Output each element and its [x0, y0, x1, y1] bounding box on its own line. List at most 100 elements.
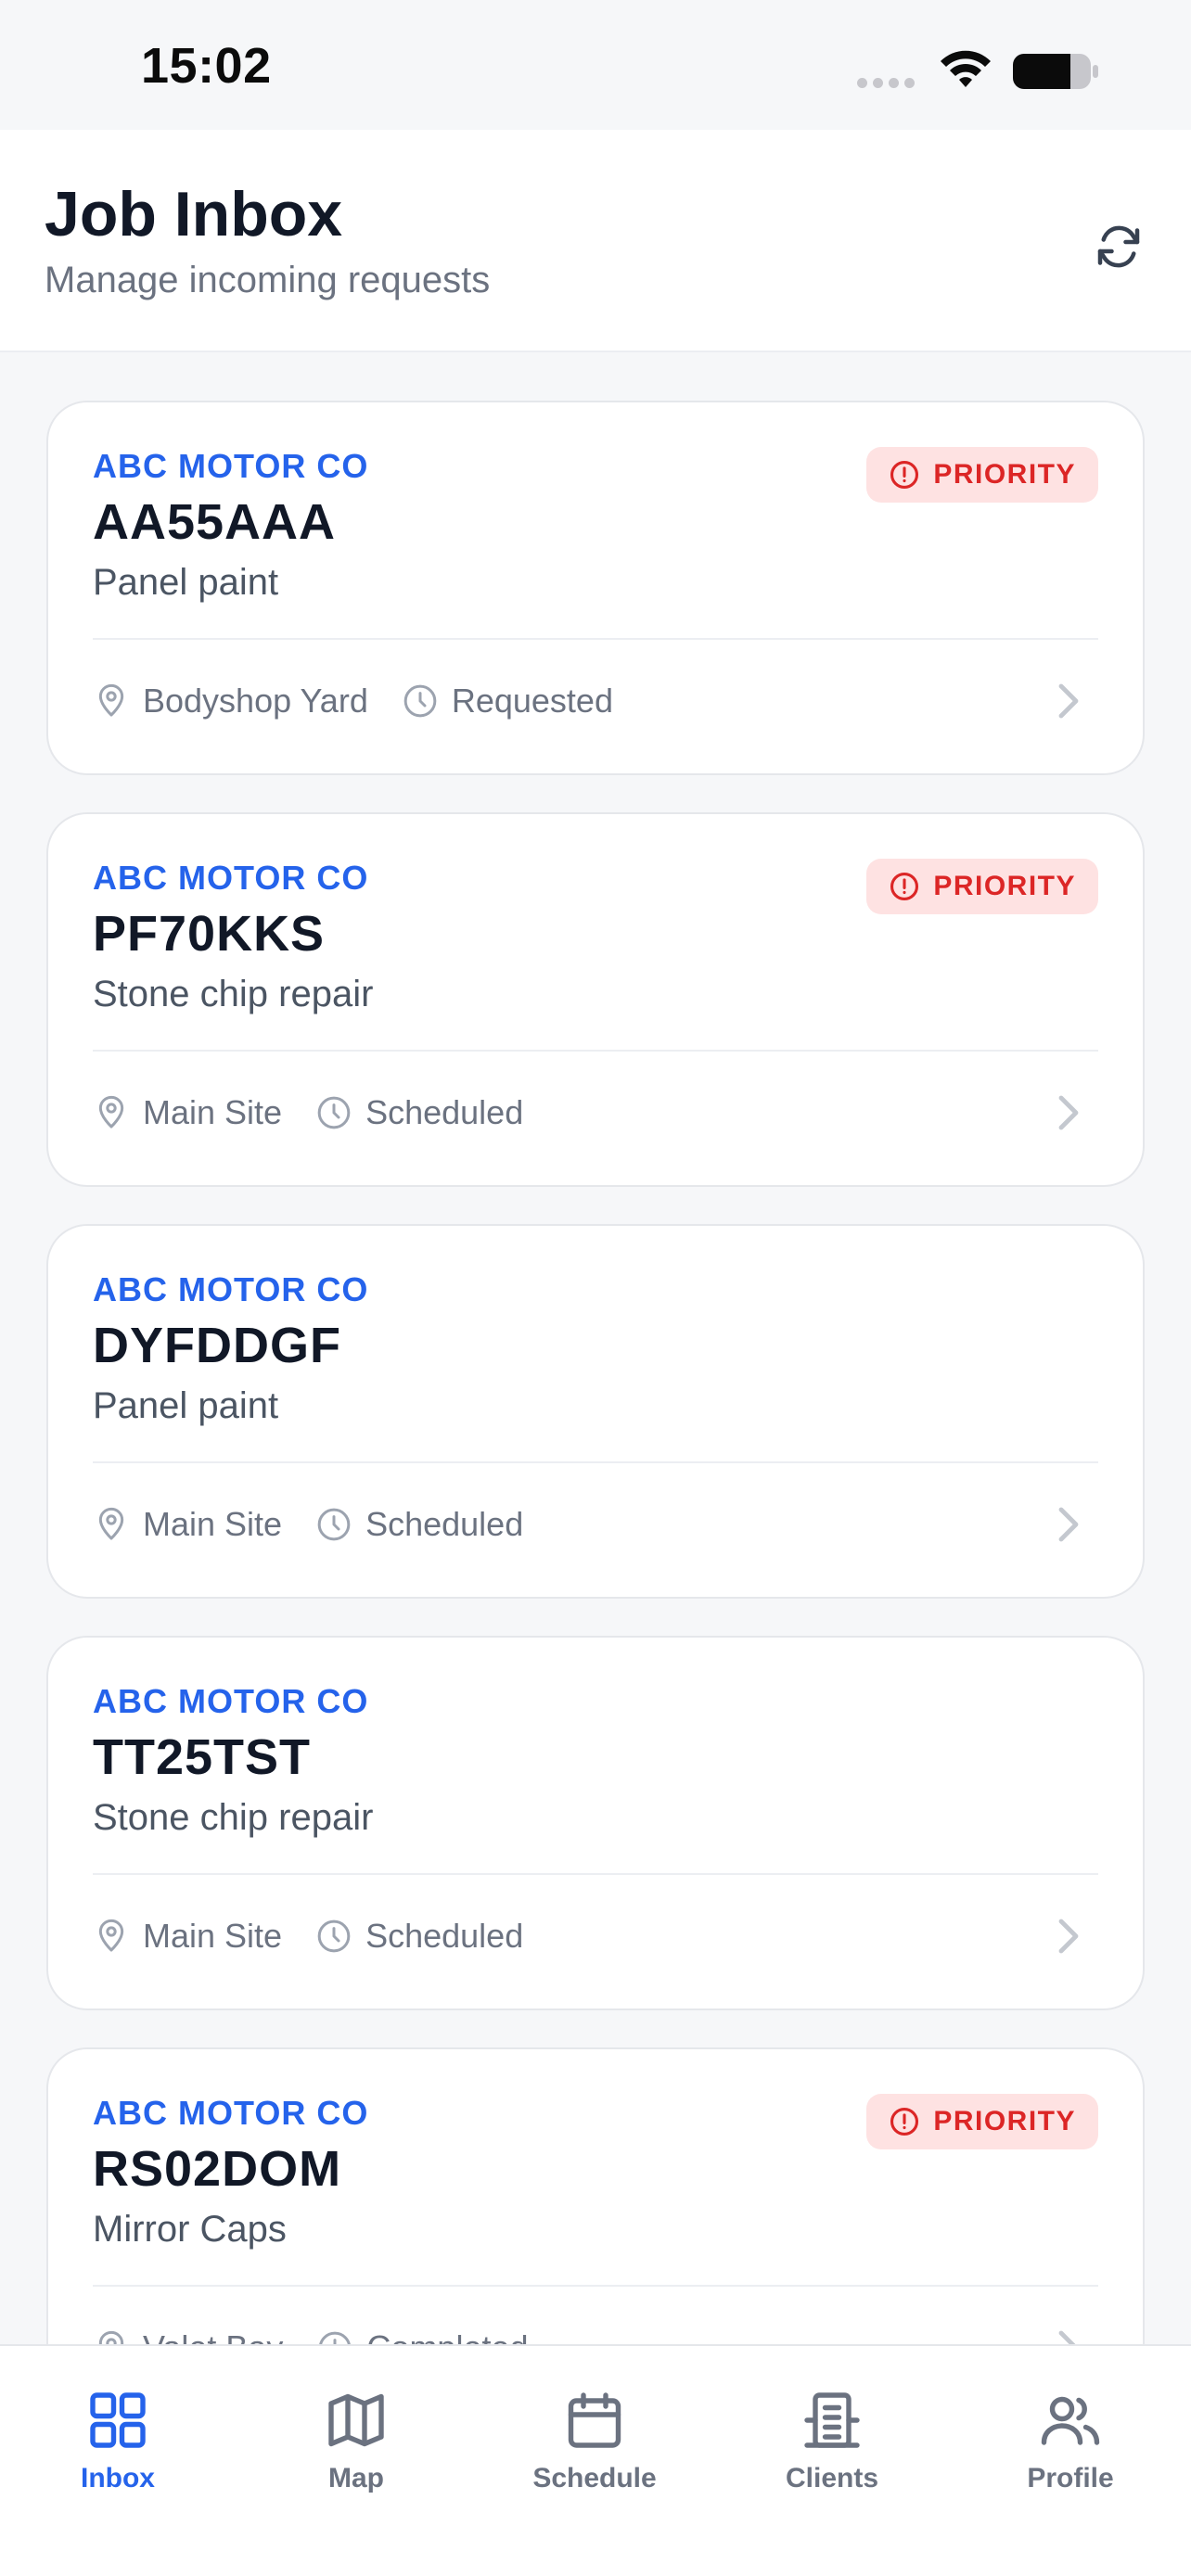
building-icon — [804, 2392, 860, 2448]
header: Job Inbox Manage incoming requests — [0, 130, 1191, 352]
map-icon — [328, 2393, 384, 2447]
users-icon — [1041, 2396, 1100, 2445]
card-divider — [93, 638, 1098, 640]
status-meta: Scheduled — [315, 1917, 523, 1956]
tab-inbox[interactable]: Inbox — [25, 2387, 211, 2507]
refresh-icon — [1097, 225, 1140, 268]
job-status: Completed — [366, 2328, 528, 2344]
status-meta: Scheduled — [315, 1505, 523, 1544]
job-location: Bodyshop Yard — [143, 682, 368, 720]
client-name: ABC MOTOR CO — [93, 447, 369, 485]
location-meta: Valet Bay — [93, 2328, 283, 2344]
status-meta: Requested — [402, 682, 613, 721]
cellular-signal-icon — [857, 78, 918, 89]
tab-label: Clients — [785, 2463, 879, 2493]
alert-circle-icon — [890, 460, 919, 490]
tab-map[interactable]: Map — [263, 2387, 449, 2507]
job-list[interactable]: ABC MOTOR CO AA55AAA Panel paint PRIORIT… — [0, 352, 1191, 2344]
chevron-right-icon — [1058, 1095, 1079, 1130]
calendar-icon — [568, 2392, 621, 2448]
status-bar: 15:02 — [0, 0, 1191, 130]
map-pin-icon — [98, 683, 124, 717]
grid-icon — [90, 2392, 146, 2448]
refresh-button[interactable] — [1083, 211, 1154, 282]
chevron-right-icon — [1058, 2330, 1076, 2344]
card-divider — [93, 2285, 1098, 2287]
job-type: Stone chip repair — [93, 974, 374, 1014]
job-meta-row: Bodyshop Yard Requested — [93, 679, 647, 723]
card-divider — [93, 1050, 1098, 1052]
priority-badge: PRIORITY — [866, 447, 1098, 503]
location-meta: Main Site — [93, 1917, 282, 1956]
client-name: ABC MOTOR CO — [93, 1682, 369, 1720]
status-meta: Completed — [316, 2328, 529, 2344]
priority-badge: PRIORITY — [866, 859, 1098, 914]
priority-label: PRIORITY — [933, 2106, 1076, 2136]
map-pin-icon — [98, 1095, 124, 1129]
vehicle-registration: DYFDDGF — [93, 1318, 341, 1373]
wifi-icon — [941, 50, 991, 87]
vehicle-registration: PF70KKS — [93, 906, 326, 962]
job-meta-row: Main Site Scheduled — [93, 1090, 557, 1135]
job-card[interactable]: ABC MOTOR CO AA55AAA Panel paint PRIORIT… — [46, 401, 1145, 775]
bottom-tab-bar: Inbox Map Schedule Clients Profile — [0, 2344, 1191, 2576]
tab-label: Profile — [1027, 2463, 1114, 2493]
clock-icon — [317, 1508, 351, 1541]
map-pin-icon — [98, 1507, 124, 1540]
map-pin-icon — [98, 2330, 124, 2344]
clock-icon — [317, 1096, 351, 1129]
priority-badge: PRIORITY — [866, 2094, 1098, 2149]
priority-label: PRIORITY — [933, 871, 1076, 901]
chevron-right-icon — [1058, 1507, 1079, 1542]
job-card[interactable]: ABC MOTOR CO DYFDDGF Panel paint Main Si… — [46, 1224, 1145, 1599]
job-location: Main Site — [143, 1917, 283, 1955]
job-status: Scheduled — [365, 1917, 524, 1955]
vehicle-registration: TT25TST — [93, 1729, 312, 1785]
location-meta: Main Site — [93, 1093, 282, 1132]
client-name: ABC MOTOR CO — [93, 2094, 369, 2132]
priority-label: PRIORITY — [933, 459, 1076, 490]
job-type: Stone chip repair — [93, 1797, 374, 1838]
status-time: 15:02 — [141, 38, 272, 94]
job-location: Main Site — [143, 1505, 283, 1543]
tab-clients[interactable]: Clients — [739, 2387, 925, 2507]
job-status: Scheduled — [365, 1505, 524, 1543]
job-location: Main Site — [143, 1093, 283, 1131]
tab-schedule[interactable]: Schedule — [502, 2387, 687, 2507]
alert-circle-icon — [890, 872, 919, 901]
clock-icon — [317, 1919, 351, 1953]
vehicle-registration: RS02DOM — [93, 2141, 342, 2197]
job-location: Valet Bay — [143, 2328, 283, 2344]
clock-icon — [319, 2331, 352, 2344]
job-card[interactable]: ABC MOTOR CO PF70KKS Stone chip repair P… — [46, 812, 1145, 1187]
job-meta-row: Main Site Scheduled — [93, 1502, 557, 1547]
job-status: Scheduled — [365, 1093, 524, 1131]
job-meta-row: Valet Bay Completed — [93, 2326, 562, 2344]
job-card[interactable]: ABC MOTOR CO RS02DOM Mirror Caps PRIORIT… — [46, 2047, 1145, 2344]
client-name: ABC MOTOR CO — [93, 859, 369, 897]
job-meta-row: Main Site Scheduled — [93, 1914, 557, 1958]
location-meta: Bodyshop Yard — [93, 682, 368, 721]
map-pin-icon — [98, 1919, 124, 1952]
chevron-right-icon — [1058, 1919, 1079, 1954]
job-card[interactable]: ABC MOTOR CO TT25TST Stone chip repair M… — [46, 1636, 1145, 2010]
tab-label: Schedule — [532, 2463, 657, 2493]
page-title: Job Inbox — [45, 179, 343, 249]
chevron-right-icon — [1058, 683, 1079, 719]
alert-circle-icon — [890, 2107, 919, 2136]
clock-icon — [403, 684, 437, 718]
job-type: Panel paint — [93, 562, 279, 603]
tab-label: Map — [328, 2463, 384, 2493]
card-divider — [93, 1873, 1098, 1875]
job-type: Mirror Caps — [93, 2209, 287, 2250]
location-meta: Main Site — [93, 1505, 282, 1544]
tab-label: Inbox — [81, 2463, 155, 2493]
job-type: Panel paint — [93, 1385, 279, 1426]
job-status: Requested — [451, 682, 613, 720]
tab-profile[interactable]: Profile — [978, 2387, 1163, 2507]
status-meta: Scheduled — [315, 1093, 523, 1132]
battery-icon — [1013, 54, 1098, 89]
client-name: ABC MOTOR CO — [93, 1270, 369, 1308]
vehicle-registration: AA55AAA — [93, 494, 337, 550]
page-subtitle: Manage incoming requests — [45, 260, 491, 300]
